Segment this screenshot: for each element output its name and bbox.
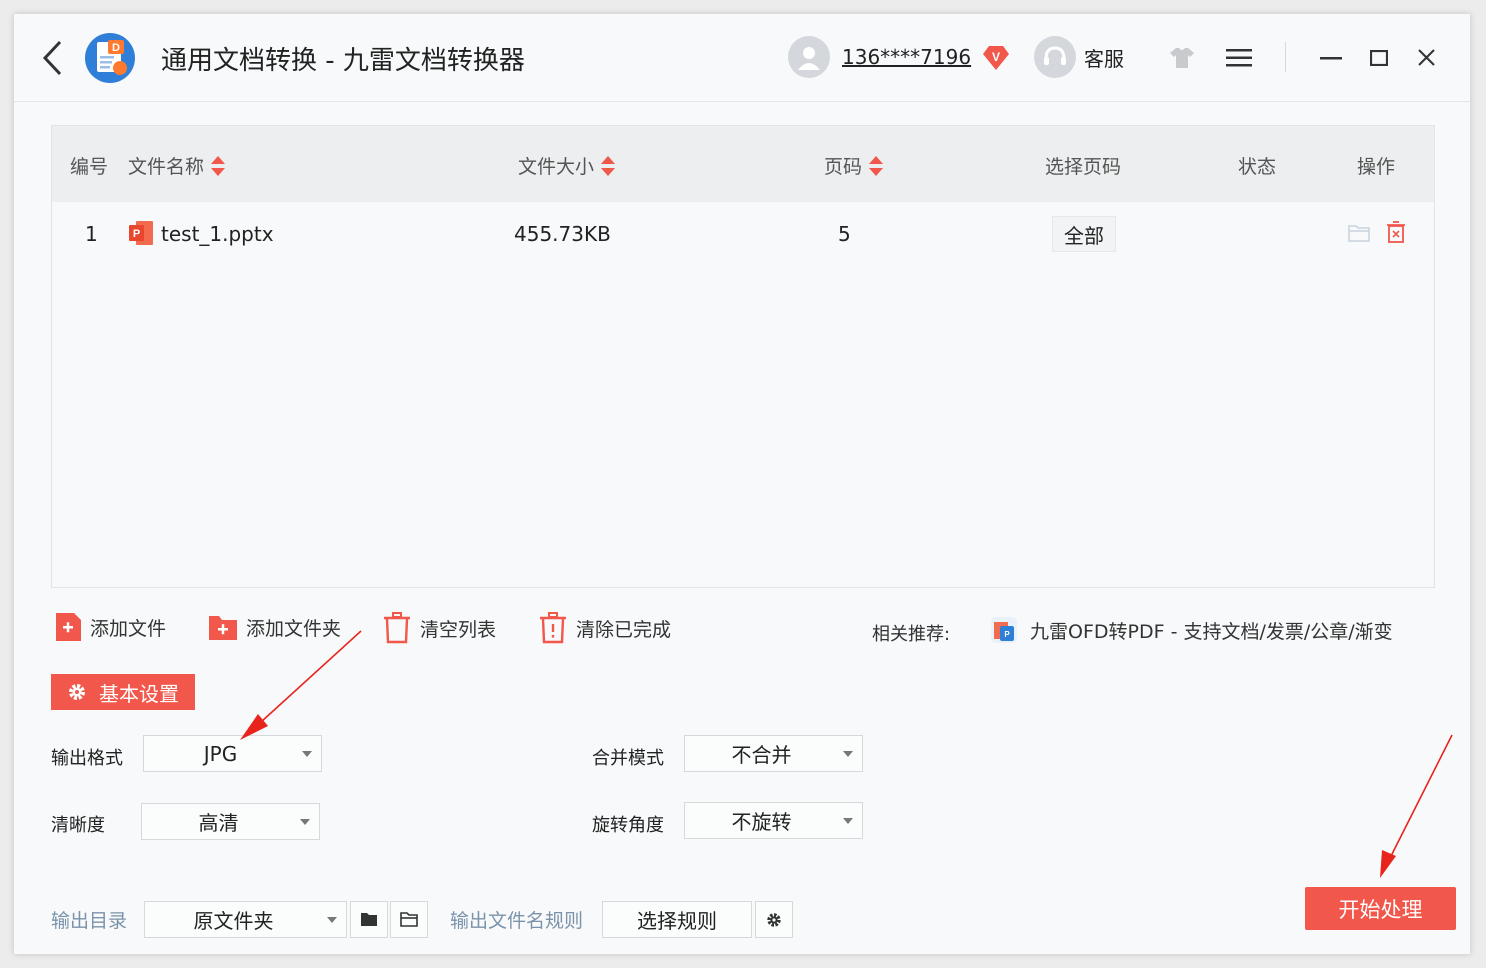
chevron-down-icon (327, 917, 337, 923)
vip-icon[interactable]: V (981, 42, 1011, 72)
output-format-select[interactable]: JPG (143, 735, 322, 772)
output-dir-value: 原文件夹 (193, 909, 274, 933)
annotation-arrow-line (249, 630, 362, 733)
app-logo-icon: D (85, 33, 135, 83)
basic-settings-label: 基本设置 (99, 681, 179, 706)
chevron-down-icon (843, 818, 853, 824)
open-folder-icon[interactable] (1348, 223, 1370, 243)
output-format-label: 输出格式 (51, 748, 123, 769)
clear-list-button[interactable]: 清空列表 (382, 612, 496, 644)
header-index: 编号 (70, 156, 109, 178)
file-table: 编号 文件名称 文件大小 页码 选择页码 状态 操作 1 P test_1.pp… (51, 125, 1435, 588)
gear-icon (69, 684, 85, 700)
sort-icon[interactable] (868, 155, 884, 177)
annotation-arrow-line (1385, 734, 1453, 867)
sort-icon[interactable] (600, 155, 616, 177)
add-folder-label: 添加文件夹 (246, 617, 342, 640)
header-status: 状态 (1238, 156, 1277, 178)
rotation-value: 不旋转 (731, 810, 792, 834)
merge-mode-value: 不合并 (731, 743, 792, 767)
service-label[interactable]: 客服 (1084, 43, 1124, 72)
recommend-text[interactable]: 九雷OFD转PDF - 支持文档/发票/公章/渐变 (1030, 617, 1393, 644)
header-pages[interactable]: 页码 (824, 152, 884, 179)
header-size[interactable]: 文件大小 (518, 152, 616, 179)
clear-done-button[interactable]: 清除已完成 (538, 612, 671, 644)
ofd-app-icon: P (991, 617, 1017, 643)
title-separator (1285, 42, 1286, 72)
clear-done-label: 清除已完成 (576, 618, 672, 641)
merge-mode-label: 合并模式 (592, 748, 664, 769)
add-file-button[interactable]: 添加文件 (54, 612, 166, 642)
recommend-label: 相关推荐: (872, 624, 951, 645)
folder-icon (361, 913, 377, 926)
header-name[interactable]: 文件名称 (128, 152, 226, 179)
trash-check-icon (540, 612, 566, 644)
recommend-link[interactable]: P 九雷OFD转PDF - 支持文档/发票/公章/渐变 (990, 616, 1393, 644)
minimize-icon[interactable] (1320, 48, 1342, 68)
row-filename: test_1.pptx (161, 222, 274, 246)
sort-icon[interactable] (210, 155, 226, 177)
table-header: 编号 文件名称 文件大小 页码 选择页码 状态 操作 (52, 126, 1434, 202)
clarity-select[interactable]: 高清 (141, 803, 320, 840)
merge-mode-select[interactable]: 不合并 (684, 735, 863, 772)
back-icon[interactable] (40, 38, 66, 78)
gear-icon (767, 912, 781, 927)
row-index: 1 (85, 222, 98, 246)
pptx-file-icon: P (129, 221, 153, 245)
svg-text:D: D (112, 42, 120, 54)
select-rule-button[interactable]: 选择规则 (602, 901, 752, 938)
filename-rule-label[interactable]: 输出文件名规则 (450, 906, 583, 933)
chevron-down-icon (300, 819, 310, 825)
add-folder-button[interactable]: 添加文件夹 (208, 612, 341, 642)
user-info[interactable]: 136****7196 V (788, 36, 1011, 78)
output-dir-label[interactable]: 输出目录 (51, 906, 127, 933)
open-output-folder-button[interactable] (390, 901, 428, 938)
select-pages-button[interactable]: 全部 (1052, 216, 1116, 252)
trash-icon (384, 612, 410, 644)
chevron-down-icon (302, 751, 312, 757)
svg-text:P: P (133, 228, 140, 240)
output-format-value: JPG (203, 741, 238, 766)
close-icon[interactable] (1418, 49, 1435, 66)
vip-badge-text: V (992, 50, 1000, 64)
menu-icon[interactable] (1226, 48, 1252, 68)
title-bar: D 通用文档转换 - 九雷文档转换器 136****7196 V 客服 (14, 14, 1470, 102)
chevron-down-icon (843, 751, 853, 757)
skin-icon[interactable] (1168, 46, 1196, 70)
header-select-pages: 选择页码 (1045, 156, 1122, 178)
user-phone[interactable]: 136****7196 (842, 45, 971, 69)
start-processing-button[interactable]: 开始处理 (1305, 887, 1456, 930)
clarity-value: 高清 (198, 811, 239, 835)
output-dir-select[interactable]: 原文件夹 (144, 901, 347, 938)
row-pages: 5 (838, 222, 851, 246)
clear-list-label: 清空列表 (420, 618, 497, 641)
add-file-icon (56, 613, 81, 641)
delete-icon[interactable] (1386, 221, 1406, 243)
rule-settings-button[interactable] (755, 901, 793, 938)
app-window: D 通用文档转换 - 九雷文档转换器 136****7196 V 客服 编号 文… (14, 14, 1470, 954)
app-title: 通用文档转换 - 九雷文档转换器 (161, 46, 525, 76)
add-file-label: 添加文件 (90, 617, 167, 640)
customer-service[interactable]: 客服 (1034, 36, 1124, 78)
rotation-label: 旋转角度 (592, 815, 664, 836)
rotation-select[interactable]: 不旋转 (684, 802, 863, 839)
header-actions: 操作 (1357, 156, 1396, 178)
add-folder-icon (209, 616, 237, 640)
clarity-label: 清晰度 (51, 815, 105, 836)
open-folder-icon (400, 912, 418, 927)
headset-icon[interactable] (1034, 36, 1076, 78)
annotation-arrow-head (1380, 850, 1396, 878)
basic-settings-button[interactable]: 基本设置 (51, 674, 195, 710)
svg-text:P: P (1004, 630, 1010, 639)
maximize-icon[interactable] (1370, 50, 1388, 66)
row-size: 455.73KB (514, 222, 611, 246)
avatar-icon[interactable] (788, 36, 830, 78)
browse-folder-button[interactable] (350, 901, 388, 938)
